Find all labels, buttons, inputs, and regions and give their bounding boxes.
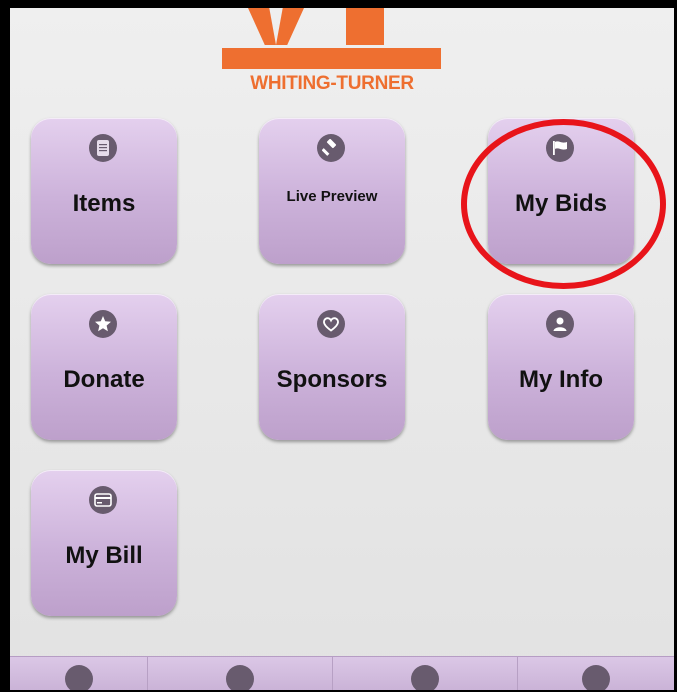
donate-tile[interactable]: Donate xyxy=(31,294,177,440)
sponsors-tile[interactable]: Sponsors xyxy=(259,294,405,440)
flag-icon xyxy=(546,134,574,162)
my-bids-label: My Bids xyxy=(514,190,607,217)
my-bill-tile[interactable]: My Bill xyxy=(31,470,177,616)
tab-donate[interactable] xyxy=(518,657,674,690)
items-tile[interactable]: Items xyxy=(31,118,177,264)
sponsors-label: Sponsors xyxy=(276,366,388,393)
tab-home[interactable] xyxy=(10,657,148,690)
logo-stripe xyxy=(222,48,441,69)
items-label: Items xyxy=(72,190,136,217)
tab-my-bids[interactable] xyxy=(333,657,518,690)
my-bill-label: My Bill xyxy=(65,542,143,569)
star-icon xyxy=(582,665,610,690)
logo-mark-right xyxy=(346,8,384,45)
document-icon xyxy=(226,665,254,690)
my-bids-tile[interactable]: My Bids xyxy=(488,118,634,264)
bottom-tab-bar xyxy=(10,656,674,690)
person-icon xyxy=(546,310,574,338)
whiting-turner-logo: WHITING-TURNER xyxy=(222,8,442,108)
donate-label: Donate xyxy=(63,366,145,393)
document-icon xyxy=(89,134,117,162)
logo-wordmark: WHITING-TURNER xyxy=(250,73,414,94)
my-info-label: My Info xyxy=(519,366,603,393)
star-icon xyxy=(89,310,117,338)
app-screen: WHITING-TURNER Items Live Preview My Bid… xyxy=(10,8,674,690)
gavel-icon xyxy=(317,134,345,162)
my-info-tile[interactable]: My Info xyxy=(488,294,634,440)
live-preview-tile[interactable]: Live Preview xyxy=(259,118,405,264)
tab-items[interactable] xyxy=(148,657,333,690)
credit-card-icon xyxy=(89,486,117,514)
live-preview-label: Live Preview xyxy=(286,188,378,205)
flag-icon xyxy=(411,665,439,690)
heart-icon xyxy=(317,310,345,338)
home-icon xyxy=(64,665,93,690)
